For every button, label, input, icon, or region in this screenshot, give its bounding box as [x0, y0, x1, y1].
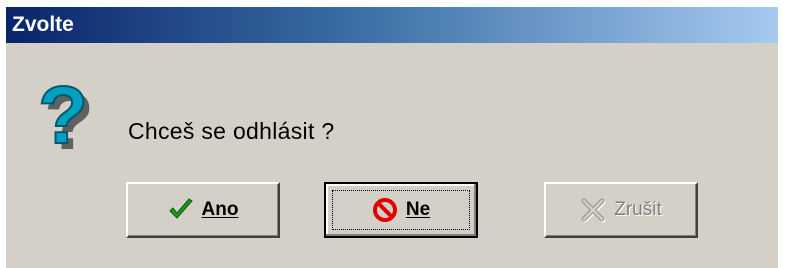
- no-entry-icon: [372, 198, 397, 222]
- cancel-button[interactable]: Zrušit: [544, 182, 698, 238]
- confirm-dialog: Zvolte ? ? Chceš se odhlásit ? Ano Ne Zr…: [6, 7, 778, 268]
- yes-button[interactable]: Ano: [126, 182, 280, 238]
- title-bar[interactable]: Zvolte: [6, 7, 778, 43]
- cancel-button-label: Zrušit: [614, 199, 662, 220]
- dialog-message: Chceš se odhlásit ?: [128, 118, 335, 144]
- focus-rectangle: [332, 190, 470, 230]
- no-button[interactable]: Ne: [324, 182, 478, 238]
- no-button-label: Ne: [405, 199, 431, 220]
- window-title: Zvolte: [12, 13, 74, 36]
- svg-text:?: ?: [38, 71, 88, 161]
- question-mark-icon: ? ?: [37, 71, 94, 163]
- checkmark-icon: [168, 198, 193, 219]
- x-icon: [581, 198, 606, 223]
- yes-button-label: Ano: [201, 199, 239, 220]
